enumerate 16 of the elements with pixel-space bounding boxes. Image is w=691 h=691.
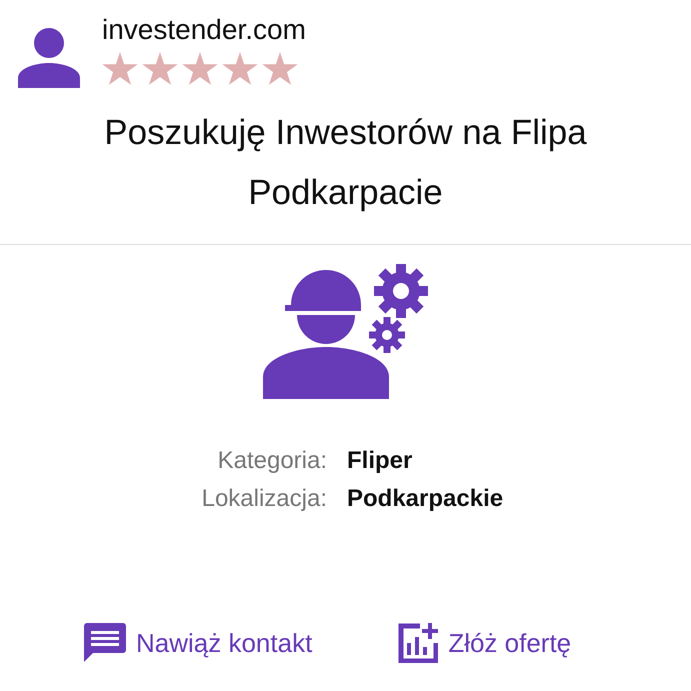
listing-title: Poszukuję Inwestorów na Flipa Podkarpacie [103,112,588,214]
star-icon [142,52,178,86]
star-icon [262,52,298,86]
offer-link[interactable]: Złóż ofertę [398,623,572,663]
message-icon [84,623,126,663]
detail-value: Podkarpackie [347,485,504,513]
star-icon [222,52,258,86]
detail-value: Fliper [347,447,414,475]
site-name: investender.com [102,14,306,46]
chart-add-icon [398,623,438,663]
contact-link[interactable]: Nawiąż kontakt [84,623,312,663]
star-icon [182,52,218,86]
detail-label: Kategoria: [216,447,327,475]
detail-label: Lokalizacja: [200,485,327,513]
star-icon [102,52,138,86]
user-icon [18,28,80,88]
